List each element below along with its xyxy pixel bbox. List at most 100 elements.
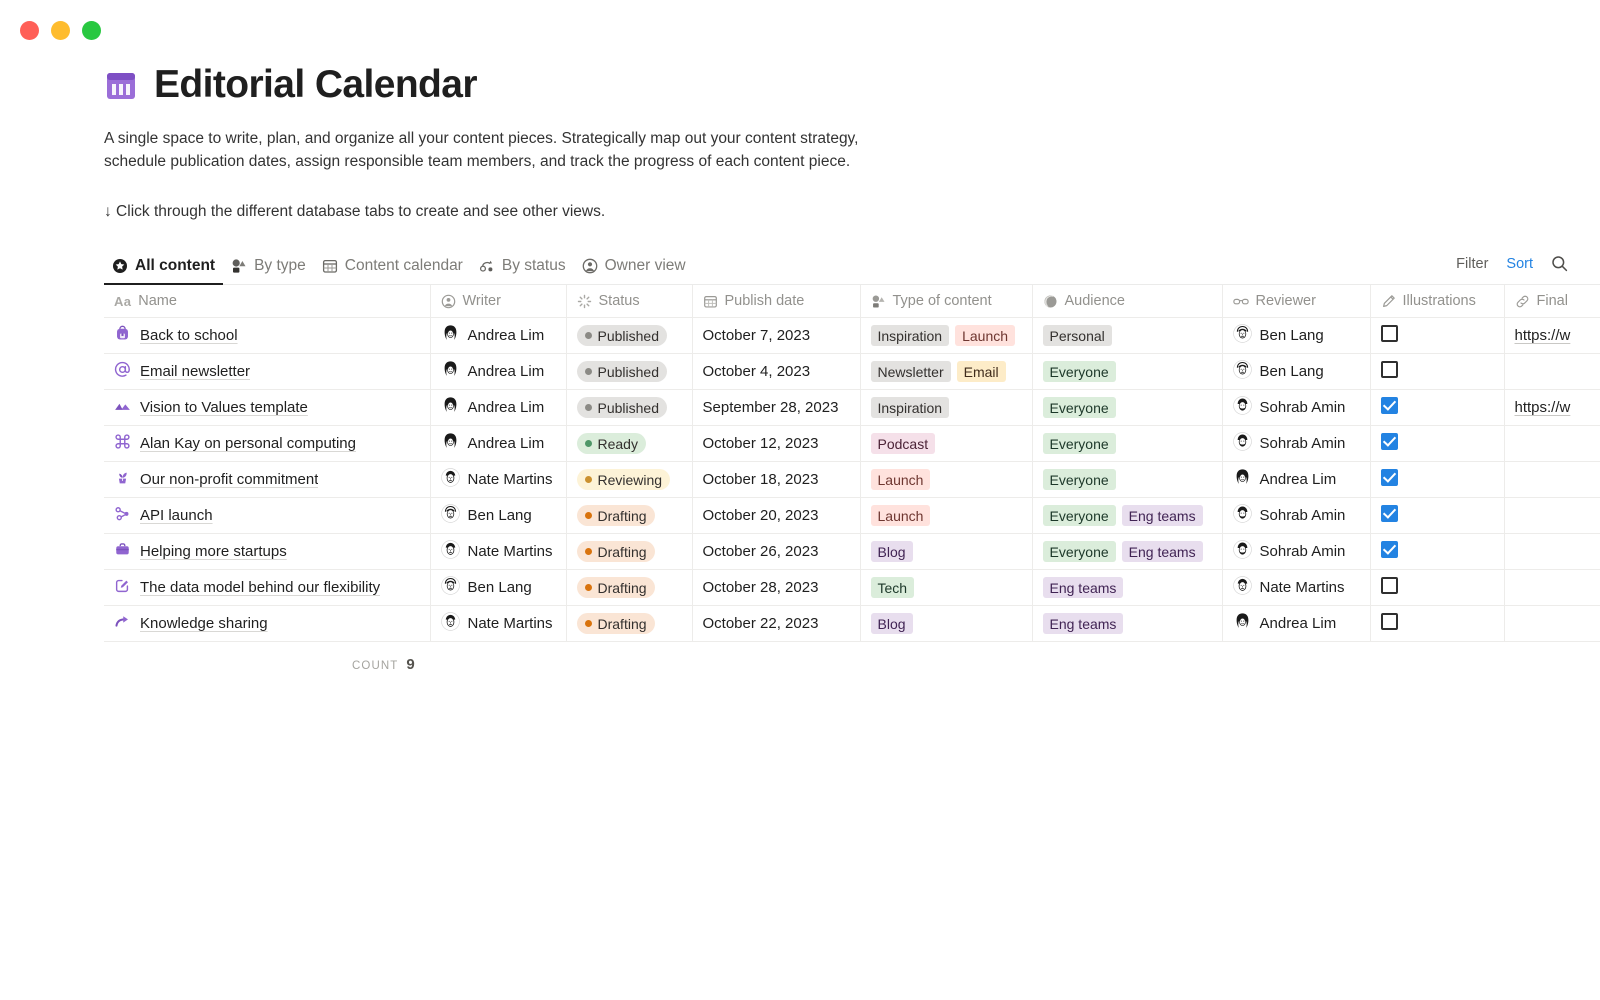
status-badge[interactable]: Drafting (577, 613, 655, 634)
sort-button[interactable]: Sort (1506, 256, 1533, 272)
cell-audience[interactable]: Personal (1032, 318, 1222, 354)
cell-illustrations[interactable] (1370, 390, 1504, 426)
status-badge[interactable]: Drafting (577, 577, 655, 598)
column-header-status[interactable]: Status (566, 285, 692, 318)
cell-publish-date[interactable]: October 18, 2023 (692, 462, 860, 498)
tag[interactable]: Launch (871, 505, 931, 526)
column-header-audience[interactable]: Audience (1032, 285, 1222, 318)
cell-final[interactable] (1504, 498, 1600, 534)
table-row[interactable]: Our non-profit commitment Nate Martins R… (104, 462, 1600, 498)
cell-status[interactable]: Published (566, 390, 692, 426)
cell-name[interactable]: Email newsletter (104, 354, 430, 390)
tag[interactable]: Email (957, 361, 1006, 382)
tag[interactable]: Eng teams (1043, 613, 1124, 634)
cell-publish-date[interactable]: September 28, 2023 (692, 390, 860, 426)
cell-reviewer[interactable]: Sohrab Amin (1222, 426, 1370, 462)
cell-status[interactable]: Drafting (566, 570, 692, 606)
illustrations-checkbox[interactable] (1381, 541, 1398, 558)
cell-status[interactable]: Published (566, 318, 692, 354)
status-badge[interactable]: Reviewing (577, 469, 671, 490)
status-badge[interactable]: Ready (577, 433, 646, 454)
cell-type-of-content[interactable]: Blog (860, 606, 1032, 642)
cell-publish-date[interactable]: October 20, 2023 (692, 498, 860, 534)
cell-publish-date[interactable]: October 28, 2023 (692, 570, 860, 606)
cell-status[interactable]: Ready (566, 426, 692, 462)
illustrations-checkbox[interactable] (1381, 361, 1398, 378)
row-title[interactable]: Our non-profit commitment (140, 471, 318, 488)
tag[interactable]: Everyone (1043, 505, 1116, 526)
cell-audience[interactable]: Everyone (1032, 426, 1222, 462)
cell-type-of-content[interactable]: Launch (860, 462, 1032, 498)
row-title[interactable]: Email newsletter (140, 363, 250, 380)
tag[interactable]: Blog (871, 541, 913, 562)
illustrations-checkbox[interactable] (1381, 433, 1398, 450)
cell-reviewer[interactable]: Sohrab Amin (1222, 498, 1370, 534)
tab-owner-view[interactable]: Owner view (574, 253, 694, 284)
tag[interactable]: Eng teams (1043, 577, 1124, 598)
cell-audience[interactable]: Everyone (1032, 354, 1222, 390)
cell-type-of-content[interactable]: NewsletterEmail (860, 354, 1032, 390)
cell-audience[interactable]: Eng teams (1032, 570, 1222, 606)
minimize-window-button[interactable] (51, 21, 70, 40)
cell-illustrations[interactable] (1370, 318, 1504, 354)
cell-reviewer[interactable]: Ben Lang (1222, 318, 1370, 354)
column-header-writer[interactable]: Writer (430, 285, 566, 318)
table-row[interactable]: Helping more startups Nate Martins Draft… (104, 534, 1600, 570)
cell-name[interactable]: The data model behind our flexibility (104, 570, 430, 606)
cell-type-of-content[interactable]: Inspiration (860, 390, 1032, 426)
cell-writer[interactable]: Ben Lang (430, 498, 566, 534)
status-badge[interactable]: Drafting (577, 541, 655, 562)
cell-writer[interactable]: Andrea Lim (430, 354, 566, 390)
status-badge[interactable]: Published (577, 397, 668, 418)
cell-name[interactable]: Our non-profit commitment (104, 462, 430, 498)
column-header-publish-date[interactable]: Publish date (692, 285, 860, 318)
tab-content-calendar[interactable]: Content calendar (314, 253, 471, 284)
cell-reviewer[interactable]: Andrea Lim (1222, 606, 1370, 642)
cell-type-of-content[interactable]: Podcast (860, 426, 1032, 462)
cell-writer[interactable]: Ben Lang (430, 570, 566, 606)
table-row[interactable]: Vision to Values template Andrea Lim Pub… (104, 390, 1600, 426)
cell-final[interactable]: https://w (1504, 318, 1600, 354)
tag[interactable]: Everyone (1043, 397, 1116, 418)
illustrations-checkbox[interactable] (1381, 397, 1398, 414)
cell-reviewer[interactable]: Andrea Lim (1222, 462, 1370, 498)
cell-type-of-content[interactable]: Blog (860, 534, 1032, 570)
row-title[interactable]: The data model behind our flexibility (140, 579, 380, 596)
illustrations-checkbox[interactable] (1381, 505, 1398, 522)
cell-reviewer[interactable]: Sohrab Amin (1222, 390, 1370, 426)
cell-name[interactable]: Vision to Values template (104, 390, 430, 426)
cell-audience[interactable]: Everyone (1032, 390, 1222, 426)
cell-audience[interactable]: Eng teams (1032, 606, 1222, 642)
cell-final[interactable] (1504, 426, 1600, 462)
cell-publish-date[interactable]: October 12, 2023 (692, 426, 860, 462)
cell-publish-date[interactable]: October 7, 2023 (692, 318, 860, 354)
column-header-name[interactable]: Aa Name (104, 285, 430, 318)
row-title[interactable]: Knowledge sharing (140, 615, 268, 632)
tag[interactable]: Inspiration (871, 397, 950, 418)
tag[interactable]: Inspiration (871, 325, 950, 346)
cell-name[interactable]: API launch (104, 498, 430, 534)
column-header-type-of-content[interactable]: Type of content (860, 285, 1032, 318)
final-url[interactable]: https://w (1515, 399, 1571, 416)
tag[interactable]: Launch (955, 325, 1015, 346)
cell-publish-date[interactable]: October 26, 2023 (692, 534, 860, 570)
tag[interactable]: Launch (871, 469, 931, 490)
illustrations-checkbox[interactable] (1381, 613, 1398, 630)
cell-status[interactable]: Drafting (566, 534, 692, 570)
cell-status[interactable]: Reviewing (566, 462, 692, 498)
row-title[interactable]: Back to school (140, 327, 238, 344)
cell-type-of-content[interactable]: Tech (860, 570, 1032, 606)
tag[interactable]: Everyone (1043, 361, 1116, 382)
filter-button[interactable]: Filter (1456, 256, 1488, 272)
tag[interactable]: Tech (871, 577, 915, 598)
tab-by-status[interactable]: By status (471, 253, 574, 284)
cell-reviewer[interactable]: Ben Lang (1222, 354, 1370, 390)
cell-writer[interactable]: Nate Martins (430, 462, 566, 498)
cell-illustrations[interactable] (1370, 462, 1504, 498)
table-row[interactable]: The data model behind our flexibility Be… (104, 570, 1600, 606)
table-row[interactable]: Knowledge sharing Nate Martins Drafting … (104, 606, 1600, 642)
cell-status[interactable]: Published (566, 354, 692, 390)
row-title[interactable]: Alan Kay on personal computing (140, 435, 356, 452)
cell-illustrations[interactable] (1370, 354, 1504, 390)
cell-type-of-content[interactable]: Launch (860, 498, 1032, 534)
